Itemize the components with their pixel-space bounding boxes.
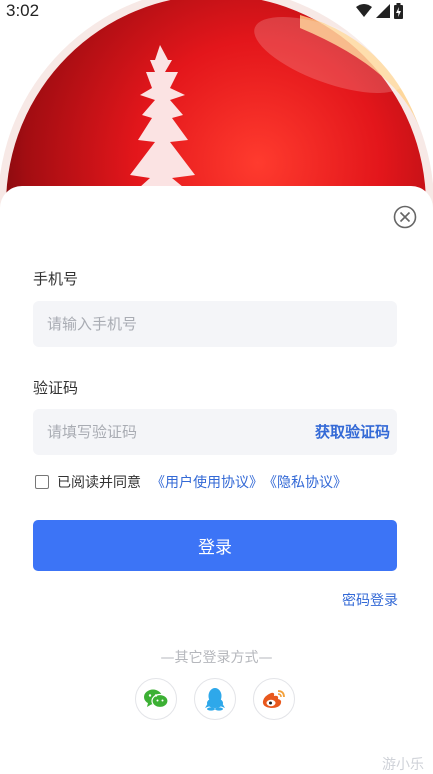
- wechat-login-button[interactable]: [135, 678, 177, 720]
- phone-input[interactable]: [33, 301, 397, 347]
- close-button[interactable]: [393, 205, 417, 229]
- wechat-icon: [144, 689, 169, 709]
- privacy-policy-link[interactable]: 《隐私协议》: [263, 472, 347, 492]
- weibo-icon: [262, 690, 285, 708]
- watermark: 游小乐: [382, 757, 424, 773]
- qq-login-button[interactable]: [194, 678, 236, 720]
- status-bar: 3:02: [0, 0, 433, 26]
- user-agreement-link[interactable]: 《用户使用协议》: [151, 472, 263, 492]
- code-label: 验证码: [33, 379, 79, 397]
- close-icon: [393, 205, 417, 229]
- battery-charging-icon: [394, 3, 403, 19]
- agreement-checkbox[interactable]: [35, 475, 49, 489]
- qq-icon: [205, 688, 225, 711]
- password-login-link[interactable]: 密码登录: [342, 590, 398, 610]
- login-button[interactable]: 登录: [33, 520, 397, 571]
- cellular-signal-icon: [376, 4, 390, 18]
- agreement-prefix: 已阅读并同意: [57, 475, 141, 491]
- weibo-login-button[interactable]: [253, 678, 295, 720]
- phone-label: 手机号: [33, 270, 79, 288]
- other-login-title: —其它登录方式—: [160, 650, 273, 666]
- status-time: 3:02: [6, 1, 40, 20]
- agreement-row: 已阅读并同意 《用户使用协议》 《隐私协议》: [35, 471, 347, 493]
- status-icons: [356, 3, 403, 19]
- get-code-button[interactable]: 获取验证码: [300, 421, 390, 442]
- wifi-icon: [356, 4, 372, 17]
